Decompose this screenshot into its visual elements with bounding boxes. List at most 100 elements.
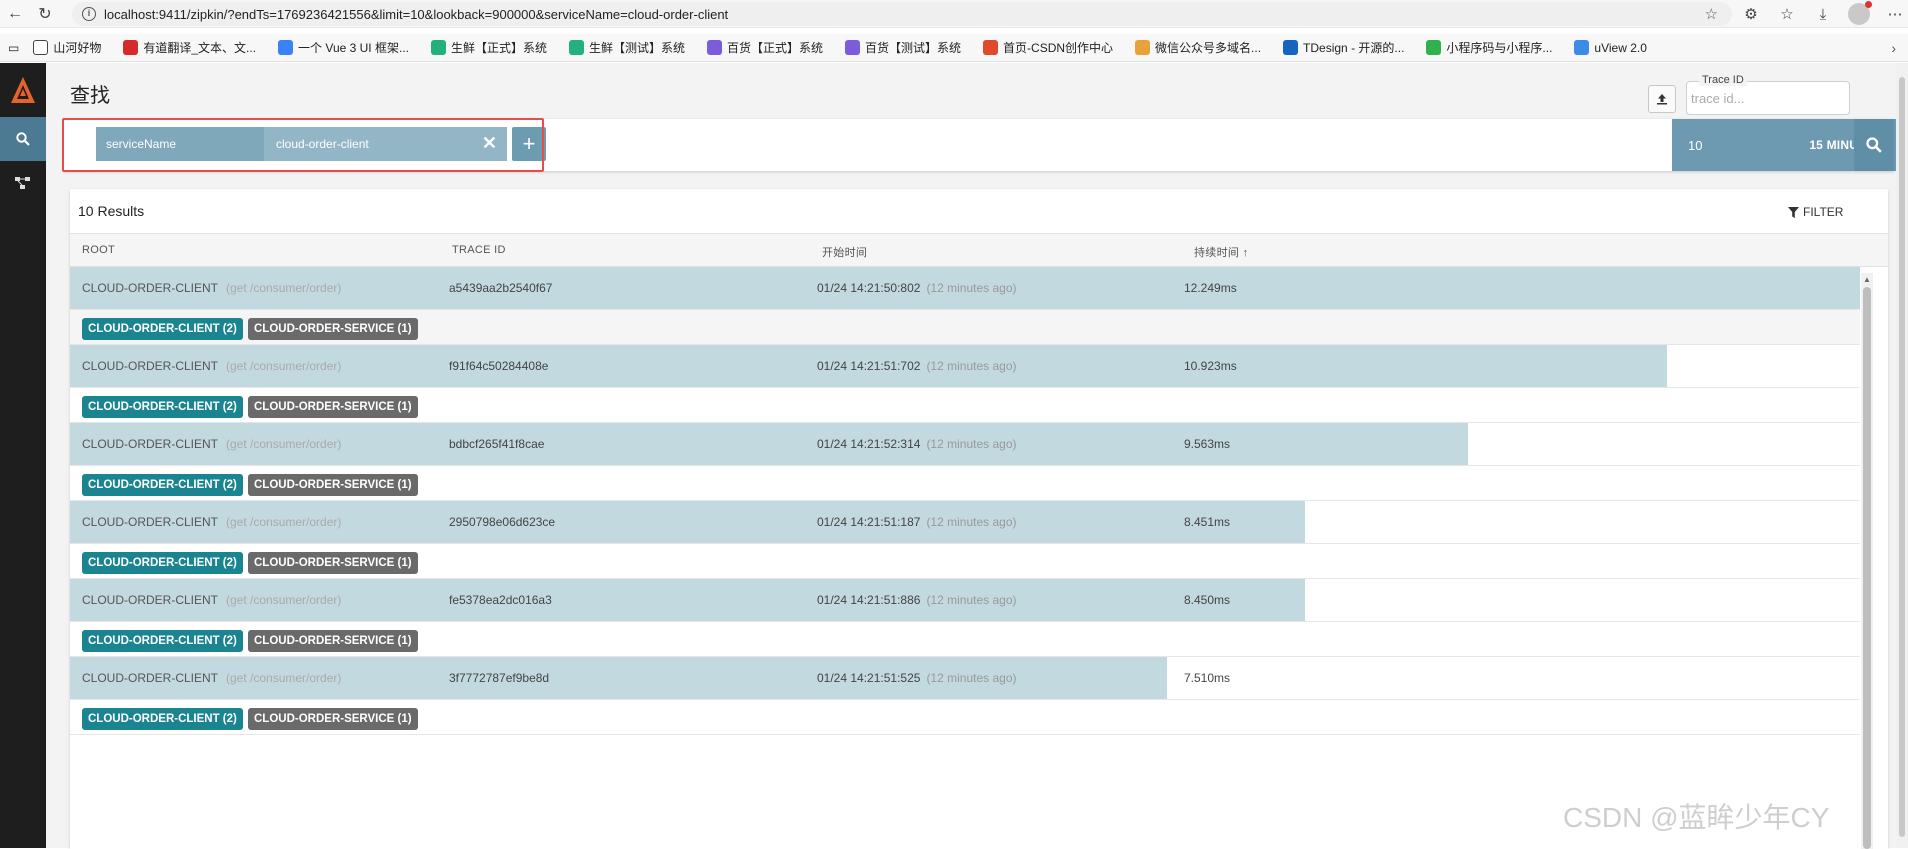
trace-id-field[interactable]: Trace ID xyxy=(1686,74,1850,115)
back-icon[interactable]: ← xyxy=(0,5,30,23)
service-tags-row: CLOUD-ORDER-CLIENT (2) CLOUD-ORDER-SERVIC… xyxy=(70,544,1860,579)
bookmark-label: TDesign - 开源的... xyxy=(1303,41,1405,55)
bookmark-item[interactable]: TDesign - 开源的... xyxy=(1283,39,1404,56)
criteria-key[interactable]: serviceName xyxy=(96,127,264,161)
bookmark-item[interactable]: 百货【测试】系统 xyxy=(845,39,961,56)
start-time-cell: 01/24 14:21:52:314 (12 minutes ago) xyxy=(817,437,1016,451)
scroll-up-icon[interactable]: ▲ xyxy=(1863,275,1871,284)
nav-search[interactable] xyxy=(0,117,46,161)
add-criteria-button[interactable]: + xyxy=(512,127,546,161)
close-icon[interactable]: ✕ xyxy=(482,133,497,154)
bookmark-icon xyxy=(1426,40,1442,55)
extensions-icon[interactable]: ⚙ xyxy=(1740,5,1762,23)
start-time: 01/24 14:21:51:886 xyxy=(817,593,921,607)
filter-button[interactable]: FILTER xyxy=(1788,205,1843,219)
download-icon[interactable]: ⤓ xyxy=(1812,6,1834,23)
bookmark-label: 生鲜【测试】系统 xyxy=(588,41,685,55)
root-service: CLOUD-ORDER-CLIENT xyxy=(82,671,219,685)
search-icon xyxy=(16,132,30,146)
order-service-badge[interactable]: CLOUD-ORDER-SERVICE (1) xyxy=(248,552,418,574)
bookmark-item[interactable]: 生鲜【正式】系统 xyxy=(430,39,547,56)
order-service-badge[interactable]: CLOUD-ORDER-SERVICE (1) xyxy=(248,708,418,730)
scroll-thumb[interactable] xyxy=(1863,287,1871,849)
trace-row[interactable]: CLOUD-ORDER-CLIENT (get /consumer/order) b… xyxy=(70,423,1860,466)
trace-id-cell: a5439aa2b2540f67 xyxy=(449,281,553,295)
chevron-right-icon[interactable]: › xyxy=(1891,40,1896,56)
search-bar: serviceName cloud-order-client ✕ + 10 15… xyxy=(64,119,1900,171)
client-service-badge[interactable]: CLOUD-ORDER-CLIENT (2) xyxy=(82,474,243,496)
reload-icon[interactable]: ↻ xyxy=(30,4,60,24)
col-start-time[interactable]: 开始时间 xyxy=(822,244,867,260)
bookmark-item[interactable]: 小程序码与小程序... xyxy=(1426,39,1552,56)
page-scrollbar[interactable] xyxy=(1896,63,1908,848)
page-scroll-thumb[interactable] xyxy=(1899,77,1905,837)
trace-id-cell: bdbcf265f41f8cae xyxy=(449,437,545,451)
bookmarks-toggle-icon[interactable]: ▭ xyxy=(8,41,19,55)
relative-time: (12 minutes ago) xyxy=(926,593,1017,607)
more-icon[interactable]: ⋯ xyxy=(1884,5,1906,23)
client-service-badge[interactable]: CLOUD-ORDER-CLIENT (2) xyxy=(82,630,243,652)
favorites-icon[interactable]: ☆ xyxy=(1776,5,1798,23)
bookmark-icon xyxy=(123,40,139,55)
order-service-badge[interactable]: CLOUD-ORDER-SERVICE (1) xyxy=(248,630,418,652)
client-service-badge[interactable]: CLOUD-ORDER-CLIENT (2) xyxy=(82,396,243,418)
profile-avatar[interactable] xyxy=(1848,1,1872,25)
duration-cell: 7.510ms xyxy=(1184,671,1231,685)
bookmark-label: 百货【正式】系统 xyxy=(727,41,824,55)
root-cell: CLOUD-ORDER-CLIENT (get /consumer/order) xyxy=(82,593,341,607)
bookmark-icon xyxy=(33,40,49,55)
start-time: 01/24 14:21:51:702 xyxy=(817,359,921,373)
bookmark-item[interactable]: 生鲜【测试】系统 xyxy=(568,39,685,56)
site-info-icon[interactable]: i xyxy=(82,7,96,21)
relative-time: (12 minutes ago) xyxy=(926,281,1017,295)
bookmark-item[interactable]: 百货【正式】系统 xyxy=(707,39,823,56)
trace-id-input[interactable] xyxy=(1691,89,1841,107)
col-trace-id[interactable]: TRACE ID xyxy=(452,244,506,256)
bookmark-item[interactable]: 有道翻译_文本、文... xyxy=(123,39,256,56)
client-service-badge[interactable]: CLOUD-ORDER-CLIENT (2) xyxy=(82,318,243,340)
results-scrollbar[interactable]: ▲ xyxy=(1861,273,1873,849)
relative-time: (12 minutes ago) xyxy=(926,671,1017,685)
bookmark-icon xyxy=(845,40,861,55)
url-text[interactable]: localhost:9411/zipkin/?endTs=17692364215… xyxy=(104,7,728,22)
root-service: CLOUD-ORDER-CLIENT xyxy=(82,359,219,373)
trace-id-cell: fe5378ea2dc016a3 xyxy=(449,593,552,607)
criteria-value[interactable]: cloud-order-client ✕ xyxy=(264,127,507,161)
zipkin-logo[interactable] xyxy=(0,63,46,117)
order-service-badge[interactable]: CLOUD-ORDER-SERVICE (1) xyxy=(248,318,418,340)
trace-row[interactable]: CLOUD-ORDER-CLIENT (get /consumer/order) 2… xyxy=(70,501,1860,544)
trace-row[interactable]: CLOUD-ORDER-CLIENT (get /consumer/order) f… xyxy=(70,579,1860,622)
bookmark-item[interactable]: 微信公众号多域名... xyxy=(1135,39,1261,56)
trace-row[interactable]: CLOUD-ORDER-CLIENT (get /consumer/order) a… xyxy=(70,267,1860,310)
service-tags-row: CLOUD-ORDER-CLIENT (2) CLOUD-ORDER-SERVIC… xyxy=(70,466,1860,501)
order-service-badge[interactable]: CLOUD-ORDER-SERVICE (1) xyxy=(248,474,418,496)
bookmark-item[interactable]: 一个 Vue 3 UI 框架... xyxy=(278,39,409,56)
root-service: CLOUD-ORDER-CLIENT xyxy=(82,437,219,451)
bookmark-item[interactable]: 首页-CSDN创作中心 xyxy=(983,39,1113,56)
col-root[interactable]: ROOT xyxy=(82,244,115,256)
limit-value[interactable]: 10 xyxy=(1688,138,1702,153)
run-query-button[interactable] xyxy=(1854,119,1894,171)
col-duration-label: 持续时间 xyxy=(1194,247,1240,259)
watermark: CSDN @蓝眸少年CY xyxy=(1563,802,1830,833)
bookmark-item[interactable]: uView 2.0 xyxy=(1574,40,1647,55)
trace-row[interactable]: CLOUD-ORDER-CLIENT (get /consumer/order) f… xyxy=(70,345,1860,388)
trace-row[interactable]: CLOUD-ORDER-CLIENT (get /consumer/order) 3… xyxy=(70,657,1860,700)
bookmark-item[interactable]: 山河好物 xyxy=(33,39,101,56)
upload-json-button[interactable] xyxy=(1648,85,1676,113)
root-span-name: (get /consumer/order) xyxy=(226,593,342,607)
relative-time: (12 minutes ago) xyxy=(926,437,1017,451)
trace-id-label: Trace ID xyxy=(1699,74,1747,86)
client-service-badge[interactable]: CLOUD-ORDER-CLIENT (2) xyxy=(82,552,243,574)
client-service-badge[interactable]: CLOUD-ORDER-CLIENT (2) xyxy=(82,708,243,730)
order-service-badge[interactable]: CLOUD-ORDER-SERVICE (1) xyxy=(248,396,418,418)
bookmark-star-icon[interactable]: ☆ xyxy=(1705,5,1718,23)
bookmark-label: 一个 Vue 3 UI 框架... xyxy=(298,41,409,55)
search-icon xyxy=(1866,137,1882,153)
root-cell: CLOUD-ORDER-CLIENT (get /consumer/order) xyxy=(82,437,341,451)
criteria-chip[interactable]: serviceName cloud-order-client ✕ xyxy=(96,127,507,161)
nav-dependencies[interactable] xyxy=(0,161,46,205)
col-duration[interactable]: 持续时间 ↑ xyxy=(1194,244,1248,260)
address-bar[interactable]: i localhost:9411/zipkin/?endTs=176923642… xyxy=(72,2,1732,26)
root-service: CLOUD-ORDER-CLIENT xyxy=(82,281,219,295)
